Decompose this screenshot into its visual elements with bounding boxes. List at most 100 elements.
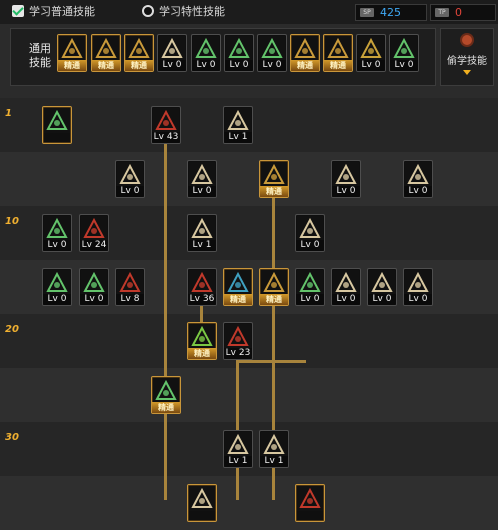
skill-level-label: Lv 0 — [296, 294, 324, 305]
shout-icon — [59, 36, 85, 61]
skill-slot[interactable]: Lv 0 — [367, 268, 397, 306]
sp-icon: SP — [360, 8, 374, 17]
skill-slot[interactable]: Lv 0 — [42, 268, 72, 306]
wing-icon — [159, 36, 185, 61]
skill-slot[interactable]: Lv 0 — [295, 268, 325, 306]
skill-slot[interactable]: 精通 — [151, 376, 181, 414]
skill-slot[interactable]: Lv 0 — [295, 214, 325, 252]
skill-slot[interactable]: Lv 1 — [187, 214, 217, 252]
steal-skill-label: 偷学技能 — [447, 56, 487, 67]
skill-level-label: Lv 0 — [368, 294, 396, 305]
skill-slot[interactable]: Lv 0 — [403, 268, 433, 306]
orb-icon — [189, 324, 215, 349]
steal-skill-button[interactable]: 偷学技能 — [440, 28, 494, 86]
skill-level-label: Lv 0 — [116, 186, 144, 197]
dropdown-arrow-icon — [463, 70, 471, 75]
checkbox-checked-icon — [12, 5, 24, 17]
common-skill-slot[interactable]: 精通 — [124, 34, 154, 72]
skill-slot[interactable]: Lv 0 — [42, 214, 72, 252]
top-bar: 学习普通技能 学习特性技能 SP 425 TP 0 — [0, 0, 498, 24]
common-skill-slot[interactable]: 精通 — [323, 34, 353, 72]
rage-icon — [292, 36, 318, 61]
common-skill-slot[interactable]: Lv 0 — [224, 34, 254, 72]
burst-icon — [81, 270, 107, 295]
skill-level-label: Lv 23 — [224, 348, 252, 359]
skill-slot[interactable]: 精通 — [259, 268, 289, 306]
ghost-icon — [44, 108, 70, 133]
dagger-icon — [81, 216, 107, 241]
skill-slot[interactable]: Lv 1 — [223, 106, 253, 144]
skill-slot[interactable]: 精通 — [259, 160, 289, 198]
skill-slot[interactable]: Lv 0 — [403, 160, 433, 198]
claw-icon — [117, 162, 143, 187]
tab-normal-skills[interactable]: 学习普通技能 — [12, 2, 95, 20]
skill-level-label: Lv 0 — [332, 186, 360, 197]
whirl-icon — [261, 162, 287, 187]
skill-slot[interactable]: Lv 1 — [223, 430, 253, 468]
blade-icon — [225, 108, 251, 133]
skill-slot[interactable]: Lv 1 — [259, 430, 289, 468]
common-skill-slot[interactable]: Lv 0 — [157, 34, 187, 72]
skill-slot[interactable] — [187, 484, 217, 522]
skill-connector-line — [236, 360, 306, 363]
mastered-badge: 精通 — [260, 294, 288, 305]
skill-slot[interactable] — [295, 484, 325, 522]
skill-connector-line — [200, 306, 203, 322]
common-skill-slot[interactable]: 精通 — [57, 34, 87, 72]
level-marker: 1 — [5, 108, 12, 119]
skill-slot[interactable]: Lv 8 — [115, 268, 145, 306]
triple-icon — [405, 162, 431, 187]
guard-icon — [225, 270, 251, 295]
common-skill-slot[interactable]: Lv 0 — [191, 34, 221, 72]
skill-level-label: Lv 1 — [188, 240, 216, 251]
level-marker: 20 — [5, 324, 19, 335]
tab-trait-skills-label: 学习特性技能 — [159, 5, 225, 18]
arrow-icon — [189, 162, 215, 187]
skill-slot[interactable]: Lv 0 — [115, 160, 145, 198]
slash-icon — [297, 486, 323, 511]
skill-level-label: Lv 0 — [158, 60, 186, 71]
common-skill-slot[interactable]: Lv 0 — [389, 34, 419, 72]
common-skills-label: 通用技能 — [29, 42, 51, 69]
tab-trait-skills[interactable]: 学习特性技能 — [142, 2, 225, 20]
skill-level-label: Lv 0 — [258, 60, 286, 71]
common-skill-slot[interactable]: 精通 — [91, 34, 121, 72]
common-skill-slot[interactable]: Lv 0 — [257, 34, 287, 72]
common-skill-slot[interactable]: 精通 — [290, 34, 320, 72]
skill-level-label: Lv 0 — [404, 294, 432, 305]
sword-icon — [44, 270, 70, 295]
mastered-badge: 精通 — [324, 60, 352, 71]
tp-counter: TP 0 — [430, 4, 496, 21]
shield-icon — [333, 162, 359, 187]
skill-level-label: Lv 0 — [225, 60, 253, 71]
eye-icon — [325, 36, 351, 61]
target-icon — [193, 36, 219, 61]
skill-slot[interactable]: Lv 0 — [187, 160, 217, 198]
skill-tree-row — [0, 206, 498, 260]
skill-level-label: Lv 1 — [224, 456, 252, 467]
strike-icon — [405, 270, 431, 295]
skill-slot[interactable]: Lv 0 — [331, 268, 361, 306]
skill-slot[interactable]: Lv 36 — [187, 268, 217, 306]
skill-slot[interactable]: Lv 24 — [79, 214, 109, 252]
skill-slot[interactable]: Lv 0 — [79, 268, 109, 306]
common-skills-panel: 通用技能 精通 精通 精通 Lv 0 Lv 0 Lv 0 Lv 0 精通 精通 Lv 0 Lv 0 — [10, 28, 436, 86]
skill-slot[interactable]: Lv 0 — [331, 160, 361, 198]
skill-slot[interactable]: Lv 23 — [223, 322, 253, 360]
skill-level-label: Lv 0 — [404, 186, 432, 197]
mastered-badge: 精通 — [125, 60, 153, 71]
skill-slot[interactable]: 精通 — [223, 268, 253, 306]
mastered-badge: 精通 — [92, 60, 120, 71]
mastered-badge: 精通 — [188, 348, 216, 359]
level-marker: 10 — [5, 216, 19, 227]
skill-slot[interactable]: Lv 43 — [151, 106, 181, 144]
skill-slot[interactable]: 精通 — [187, 322, 217, 360]
skill-level-label: Lv 1 — [224, 132, 252, 143]
beast-icon — [261, 270, 287, 295]
skill-level-label: Lv 0 — [192, 60, 220, 71]
skill-tree-row — [0, 368, 498, 422]
common-skill-slot[interactable]: Lv 0 — [356, 34, 386, 72]
skill-slot[interactable] — [42, 106, 72, 144]
tp-value: 0 — [455, 6, 462, 19]
mastered-badge: 精通 — [224, 294, 252, 305]
